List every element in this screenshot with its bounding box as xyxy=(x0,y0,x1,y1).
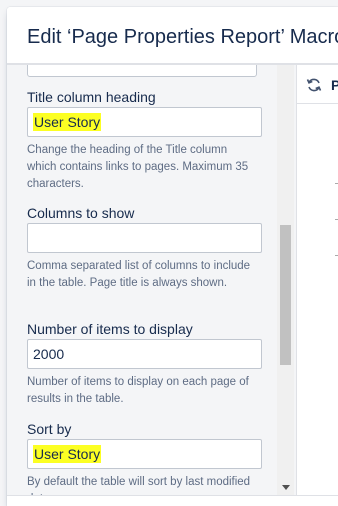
title-column-heading-label: Title column heading xyxy=(27,89,156,105)
dialog-header: Edit ‘Page Properties Report’ Macro xyxy=(7,7,338,65)
items-to-display-help: Number of items to display on each page … xyxy=(27,376,249,405)
preview-label: P xyxy=(331,77,338,93)
macro-dialog: Edit ‘Page Properties Report’ Macro Titl… xyxy=(7,7,338,506)
items-to-display-label: Number of items to display xyxy=(27,321,193,337)
columns-to-show-label: Columns to show xyxy=(27,205,135,221)
dialog-footer xyxy=(7,495,338,506)
sort-by-label: Sort by xyxy=(27,421,72,437)
scrollbar-thumb[interactable] xyxy=(280,225,291,365)
items-to-display-value: 2000 xyxy=(33,346,65,362)
title-column-heading-help: Change the heading of the Title column w… xyxy=(27,144,249,190)
refresh-icon[interactable] xyxy=(306,77,322,93)
title-column-heading-input[interactable]: User Story xyxy=(27,107,262,137)
columns-to-show-input[interactable] xyxy=(27,223,262,253)
panel-scrollbar[interactable] xyxy=(277,65,294,495)
dialog-title: Edit ‘Page Properties Report’ Macro xyxy=(27,26,338,48)
scroll-down-arrow-icon[interactable] xyxy=(282,485,290,490)
macro-parameters-panel: Title column heading User Story Change t… xyxy=(7,65,296,495)
preview-toolbar: P xyxy=(297,65,338,104)
sort-by-value: User Story xyxy=(33,445,102,463)
sort-by-input[interactable]: User Story xyxy=(27,439,262,469)
columns-to-show-help: Comma separated list of columns to inclu… xyxy=(27,260,251,289)
items-to-display-input[interactable]: 2000 xyxy=(27,339,262,369)
sort-by-help: By default the table will sort by last m… xyxy=(27,476,251,495)
title-column-heading-value: User Story xyxy=(33,113,102,131)
previous-field-input[interactable] xyxy=(27,65,257,77)
macro-preview-panel: P xyxy=(296,65,338,495)
